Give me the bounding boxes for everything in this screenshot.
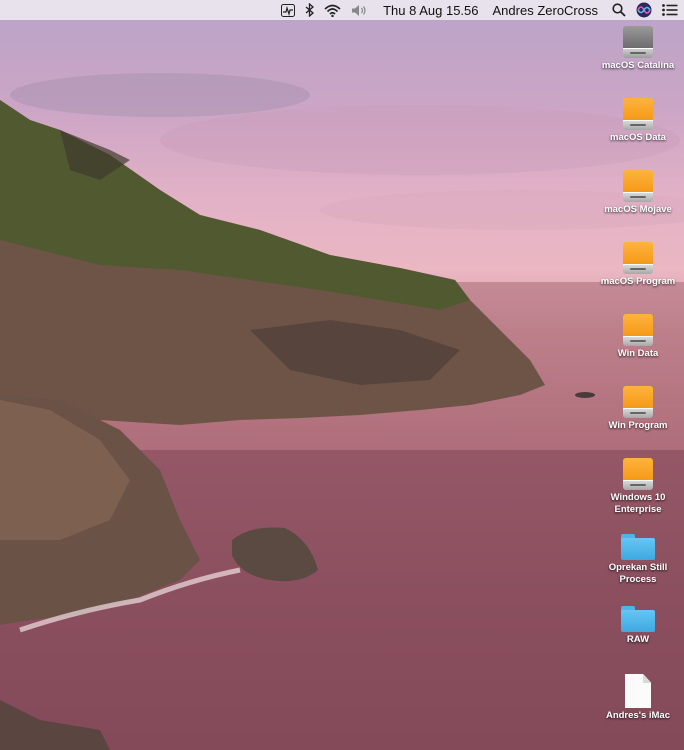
desktop-item-label: macOS Program [600, 276, 676, 287]
desktop-item-label: Win Data [617, 348, 659, 359]
siri-icon[interactable] [636, 2, 652, 18]
desktop-item-label: Windows 10 Enterprise [610, 492, 666, 515]
desktop-item-label: Andres's iMac [605, 710, 671, 721]
desktop-item-macos-mojave[interactable]: macOS Mojave [592, 170, 684, 216]
desktop-item-andres-imac[interactable]: Andres's iMac [592, 674, 684, 722]
clock-datetime[interactable]: Thu 8 Aug 15.56 [383, 3, 478, 18]
desktop-item-windows-10-enterprise[interactable]: Windows 10 Enterprise [592, 458, 684, 516]
desktop-item-macos-program[interactable]: macOS Program [592, 242, 684, 288]
desktop-item-label: macOS Mojave [604, 204, 672, 215]
desktop-item-oprekan-still-process[interactable]: Oprekan Still Process [592, 530, 684, 586]
desktop-item-win-data[interactable]: Win Data [592, 314, 684, 360]
current-user-name[interactable]: Andres ZeroCross [493, 3, 598, 18]
menu-bar: Thu 8 Aug 15.56 Andres ZeroCross [0, 0, 684, 20]
volume-icon[interactable] [351, 4, 369, 17]
folder-icon [621, 534, 655, 560]
bluetooth-icon[interactable] [305, 3, 315, 17]
spotlight-search-icon[interactable] [612, 3, 626, 17]
external-drive-icon [623, 242, 653, 274]
external-drive-icon [623, 314, 653, 346]
wifi-icon[interactable] [324, 4, 341, 17]
external-drive-icon [623, 98, 653, 130]
desktop-item-label: macOS Catalina [601, 60, 675, 71]
desktop-item-macos-catalina[interactable]: macOS Catalina [592, 26, 684, 72]
internal-drive-icon [623, 26, 653, 58]
desktop-item-label: RAW [626, 634, 650, 645]
external-drive-icon [623, 170, 653, 202]
activity-monitor-icon[interactable] [281, 3, 296, 17]
folder-icon [621, 606, 655, 632]
desktop-item-label: macOS Data [610, 132, 666, 143]
desktop-item-raw[interactable]: RAW [592, 602, 684, 646]
document-icon [625, 674, 651, 708]
desktop-item-label: Oprekan Still Process [608, 562, 668, 585]
coastal-cliff-landscape [0, 73, 684, 750]
external-drive-icon [623, 386, 653, 418]
desktop-item-macos-data[interactable]: macOS Data [592, 98, 684, 144]
external-drive-icon [623, 458, 653, 490]
desktop-item-win-program[interactable]: Win Program [592, 386, 684, 432]
notification-center-icon[interactable] [662, 4, 678, 16]
desktop-item-label: Win Program [608, 420, 668, 431]
desktop-wallpaper [0, 0, 684, 750]
